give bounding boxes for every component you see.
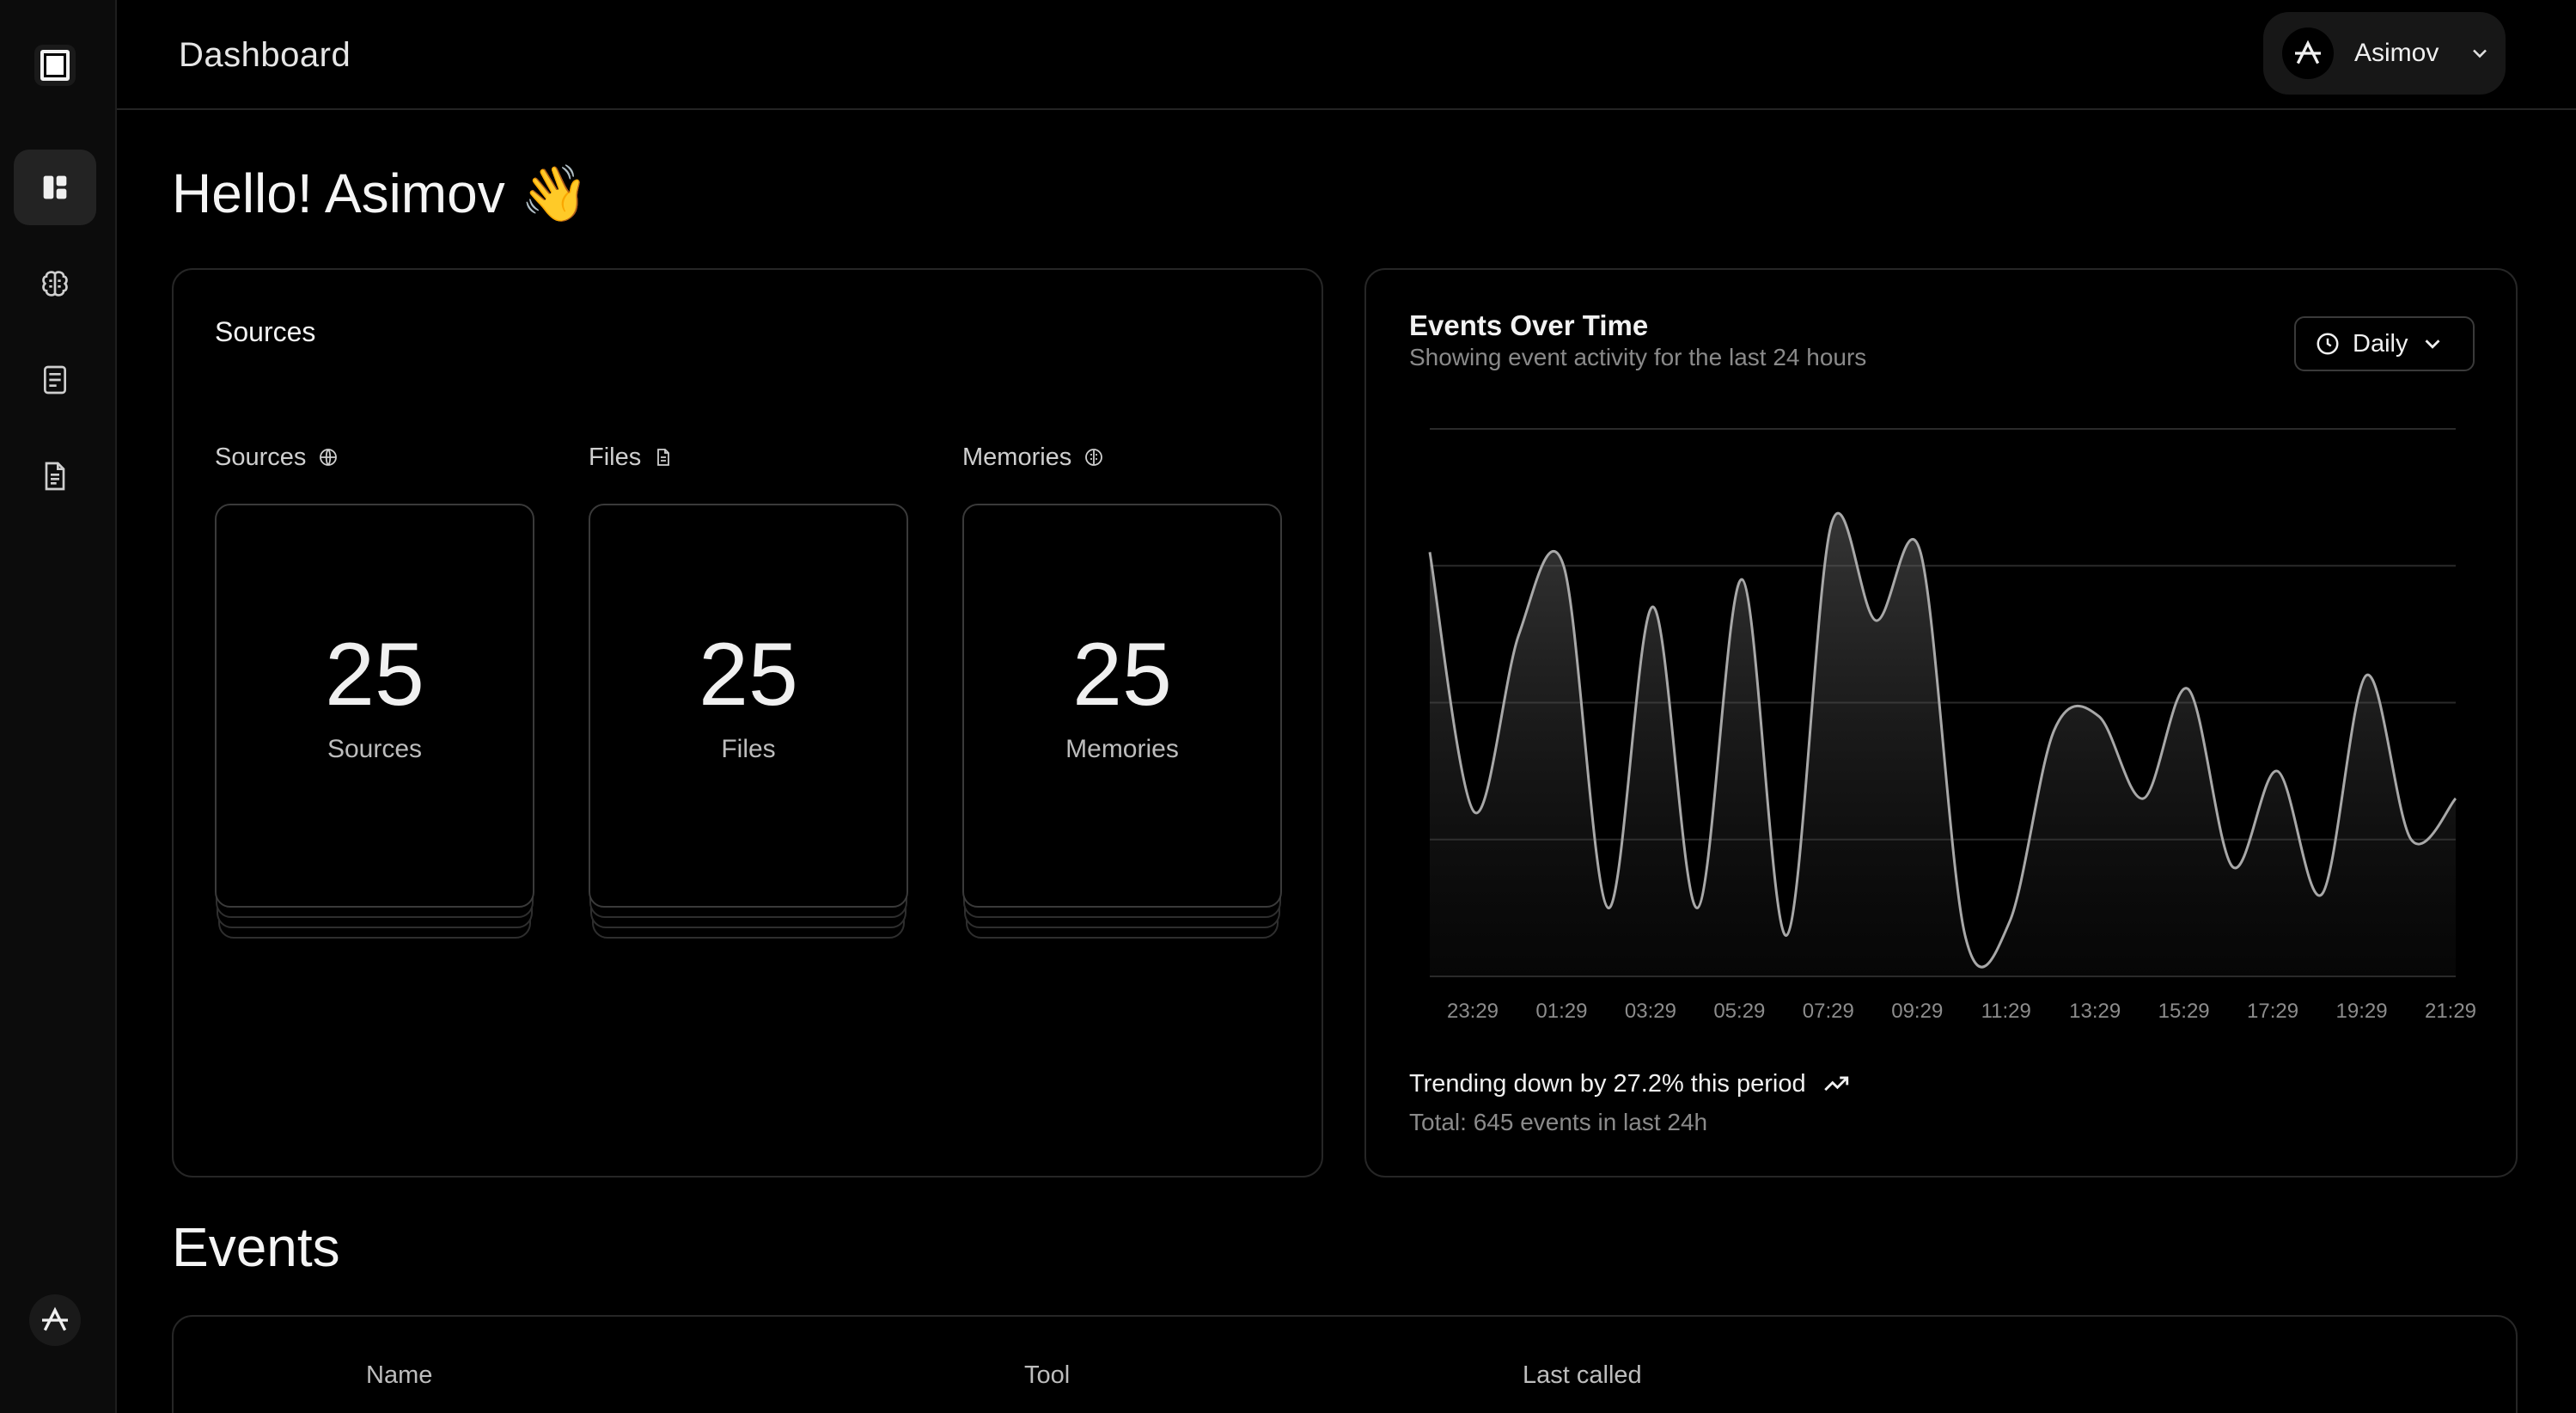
- page-title: Dashboard: [179, 36, 351, 74]
- brain-icon: [1085, 449, 1103, 466]
- greeting-heading: Hello! Asimov 👋: [172, 162, 589, 224]
- sidebar-item-dashboard[interactable]: [14, 150, 96, 225]
- brain-icon: [42, 271, 68, 297]
- asimov-logo-icon: [42, 1306, 68, 1331]
- stat-label-memories: Memories: [962, 440, 1282, 474]
- asimov-logo-icon: [2295, 40, 2321, 64]
- stat-card-files[interactable]: 25 Files: [589, 504, 908, 939]
- events-heading: Events: [172, 1216, 340, 1278]
- globe-icon: [320, 449, 338, 466]
- stat-card-front: 25 Memories: [962, 504, 1282, 908]
- x-tick-label: 13:29: [2069, 1000, 2121, 1023]
- x-tick-label: 21:29: [2425, 1000, 2476, 1023]
- x-tick-label: 11:29: [1981, 1000, 2031, 1023]
- stat-card-sources[interactable]: 25 Sources: [215, 504, 534, 939]
- stat-card-front: 25 Sources: [215, 504, 534, 908]
- stat-card-memories[interactable]: 25 Memories: [962, 504, 1282, 939]
- stat-label-text: Memories: [962, 443, 1072, 471]
- x-tick-label: 03:29: [1625, 1000, 1676, 1023]
- stat-value: 25: [699, 625, 798, 725]
- column-header-name[interactable]: Name: [366, 1361, 432, 1390]
- x-tick-label: 07:29: [1803, 1000, 1854, 1023]
- stat-value: 25: [325, 625, 424, 725]
- stat-caption: Files: [721, 735, 776, 763]
- sidebar-item-memories[interactable]: [14, 246, 96, 321]
- sidebar-item-sources[interactable]: [14, 342, 96, 418]
- x-tick-label: 05:29: [1713, 1000, 1765, 1023]
- stat-label-files: Files: [589, 440, 908, 474]
- chevron-down-icon: [2473, 49, 2487, 58]
- column-header-last-called[interactable]: Last called: [1523, 1361, 1642, 1390]
- trending-icon: [1823, 1076, 1848, 1092]
- avatar: [2282, 28, 2334, 79]
- app-logo[interactable]: [34, 45, 76, 86]
- stat-label-sources: Sources: [215, 440, 534, 474]
- stat-label-text: Sources: [215, 443, 307, 471]
- trend-text: Trending down by 27.2% this period: [1409, 1069, 1851, 1098]
- events-chart-card: Events Over Time Showing event activity …: [1364, 268, 2518, 1178]
- stat-caption: Memories: [1065, 735, 1179, 763]
- x-tick-label: 09:29: [1891, 1000, 1943, 1023]
- stat-caption: Sources: [327, 735, 423, 763]
- events-area-chart: 23:29 01:29 03:29 05:29 07:29 09:29 11:29 13:29…: [1428, 428, 2476, 1023]
- x-tick-label: 15:29: [2158, 1000, 2210, 1023]
- trend-label: Trending down by 27.2% this period: [1409, 1069, 1806, 1098]
- stat-label-text: Files: [589, 443, 642, 471]
- top-bar: Dashboard Asimov: [117, 0, 2576, 110]
- bottom-avatar[interactable]: [29, 1294, 81, 1346]
- document-icon: [45, 462, 65, 491]
- x-tick-label: 19:29: [2336, 1000, 2388, 1023]
- column-header-tool[interactable]: Tool: [1024, 1361, 1070, 1390]
- user-menu-button[interactable]: Asimov: [2263, 12, 2506, 95]
- total-text: Total: 645 events in last 24h: [1409, 1109, 1708, 1135]
- file-icon: [657, 449, 670, 466]
- sources-card-title: Sources: [215, 316, 316, 347]
- stat-files: Files 25 Files: [589, 440, 908, 939]
- stat-memories: Memories 25 Memories: [962, 440, 1282, 939]
- dashboard-icon: [43, 175, 67, 199]
- sidebar: [0, 0, 117, 1413]
- sidebar-item-files[interactable]: [14, 438, 96, 514]
- x-tick-label: 23:29: [1447, 1000, 1499, 1023]
- events-table: Name Tool Last called: [172, 1315, 2518, 1413]
- stat-sources: Sources 25 Sources: [215, 440, 534, 939]
- user-name: Asimov: [2354, 39, 2439, 67]
- x-tick-label: 01:29: [1535, 1000, 1587, 1023]
- book-icon: [44, 365, 66, 395]
- stat-value: 25: [1072, 625, 1172, 725]
- stat-card-front: 25 Files: [589, 504, 908, 908]
- x-tick-label: 17:29: [2247, 1000, 2298, 1023]
- sources-card: Sources Sources 25 Sources Files 25 File…: [172, 268, 1323, 1178]
